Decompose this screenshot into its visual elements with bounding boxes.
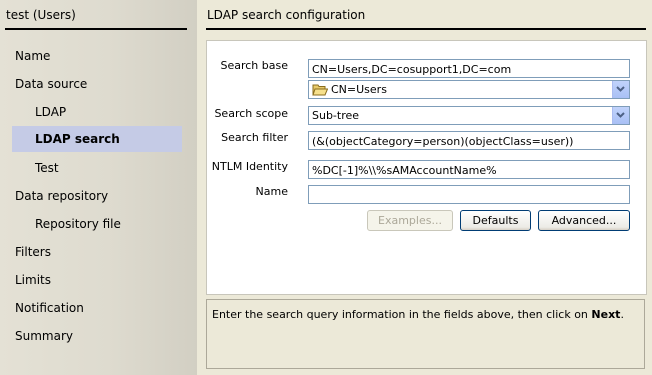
chevron-down-icon (616, 86, 625, 92)
nav-item-repository-file[interactable]: Repository file (35, 211, 121, 237)
nav-item-name[interactable]: Name (15, 43, 50, 69)
page-title: LDAP search configuration (207, 8, 366, 22)
folder-open-icon (312, 83, 329, 101)
ntlm-identity-input[interactable]: %DC[-1]%\\%sAMAccountName% (308, 160, 630, 179)
ntlm-identity-label: NTLM Identity (211, 160, 288, 173)
nav-item-filters[interactable]: Filters (15, 239, 51, 265)
chevron-down-icon (616, 112, 625, 118)
hint-text-end: . (620, 308, 624, 321)
search-filter-input[interactable]: (&(objectCategory=person)(objectClass=us… (308, 131, 630, 150)
nav-item-test[interactable]: Test (35, 155, 59, 181)
wizard-sidebar: test (Users) Name Data source LDAP LDAP … (0, 0, 197, 375)
hint-panel: Enter the search query information in th… (206, 299, 645, 369)
nav-item-notification[interactable]: Notification (15, 295, 84, 321)
search-base-input[interactable]: CN=Users,DC=cosupport1,DC=com (308, 59, 630, 78)
search-scope-select[interactable]: Sub-tree (308, 106, 630, 125)
search-filter-label: Search filter (221, 131, 288, 144)
search-base-tree-select[interactable]: CN=Users (308, 80, 630, 99)
sidebar-title: test (Users) (6, 8, 76, 22)
defaults-button[interactable]: Defaults (460, 210, 531, 231)
sidebar-divider (5, 28, 187, 30)
search-config-form: Search base CN=Users,DC=cosupport1,DC=co… (206, 40, 647, 295)
dropdown-button[interactable] (612, 81, 629, 98)
dropdown-button[interactable] (612, 107, 629, 124)
hint-text-next: Next (591, 308, 621, 321)
search-scope-label: Search scope (214, 107, 288, 120)
advanced-button[interactable]: Advanced... (538, 210, 630, 231)
nav-item-limits[interactable]: Limits (15, 267, 51, 293)
nav-item-summary[interactable]: Summary (15, 323, 73, 349)
panel-divider (206, 28, 646, 30)
search-scope-value: Sub-tree (312, 109, 360, 122)
nav-item-ldap-search[interactable]: LDAP search (12, 126, 182, 152)
hint-text: Enter the search query information in th… (212, 308, 624, 321)
search-base-tree-value: CN=Users (331, 83, 387, 96)
name-label: Name (255, 185, 288, 198)
hint-text-main: Enter the search query information in th… (212, 308, 592, 321)
name-input[interactable] (308, 185, 630, 204)
examples-button[interactable]: Examples... (367, 210, 453, 231)
search-base-label: Search base (220, 59, 288, 72)
nav-item-data-source[interactable]: Data source (15, 71, 87, 97)
nav-item-data-repository[interactable]: Data repository (15, 183, 108, 209)
nav-item-ldap[interactable]: LDAP (35, 99, 66, 125)
